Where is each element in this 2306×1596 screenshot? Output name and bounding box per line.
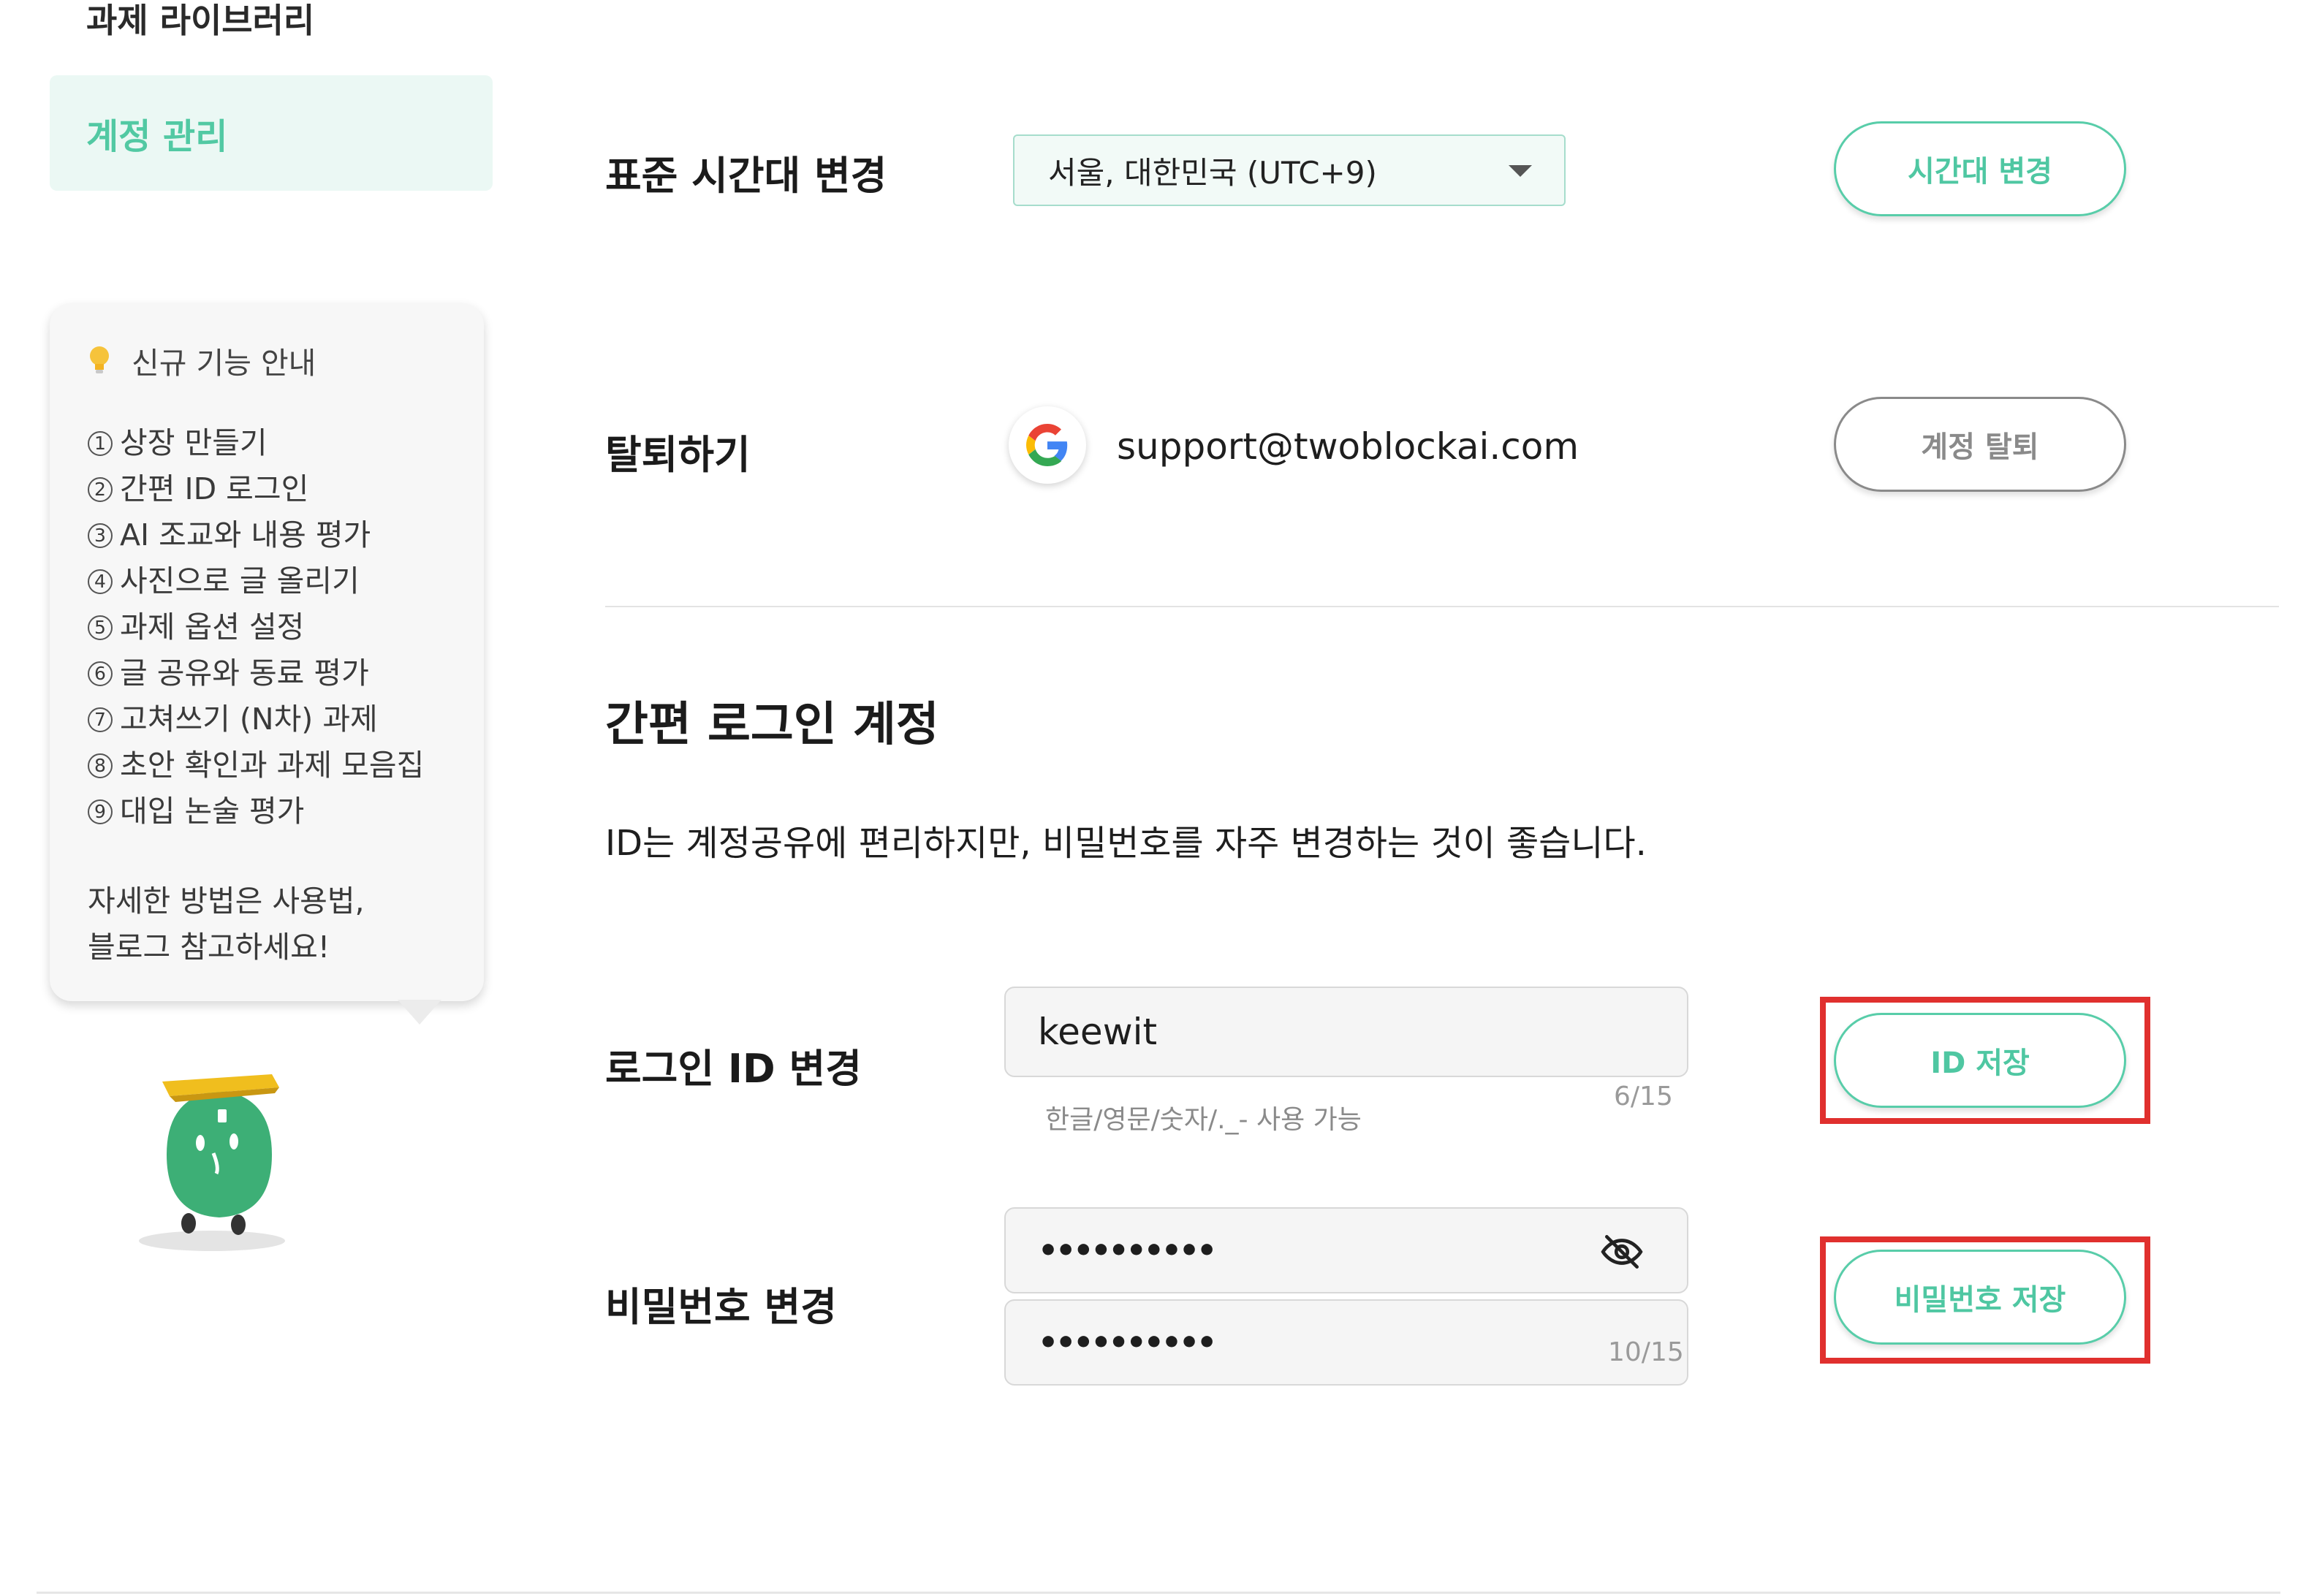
section-title: 간편 로그인 계정	[605, 698, 939, 752]
section-description: ID는 계정공유에 편리하지만, 비밀번호를 자주 변경하는 것이 좋습니다.	[605, 823, 1647, 864]
password-label: 비밀번호 변경	[605, 1284, 837, 1330]
login-id-input[interactable]: keewit	[1004, 987, 1688, 1077]
password-confirm-input[interactable]: ••••••••••	[1004, 1299, 1688, 1386]
password-input[interactable]: ••••••••••	[1004, 1207, 1688, 1293]
sidebar-item-library[interactable]: 과제 라이브러리	[86, 0, 314, 41]
password-confirm-value: ••••••••••	[1038, 1323, 1217, 1361]
login-id-hint: 한글/영문/숫자/._- 사용 가능	[1045, 1105, 1362, 1135]
divider	[605, 606, 2279, 607]
list-item: 7 고쳐쓰기 (N차) 과제	[88, 696, 484, 742]
list-item: 5 과제 옵션 설정	[88, 604, 484, 650]
save-password-button[interactable]: 비밀번호 저장	[1834, 1250, 2126, 1345]
list-item: 3 AI 조교와 내용 평가	[88, 512, 484, 558]
password-value: ••••••••••	[1038, 1231, 1217, 1269]
tip-title-text: 신규 기능 안내	[132, 346, 316, 381]
list-item: 1 상장 만들기	[88, 420, 484, 466]
mascot-icon	[110, 1045, 314, 1264]
new-feature-card: 신규 기능 안내 1 상장 만들기 2 간편 ID 로그인 3 AI 조교와 내용 평…	[50, 303, 484, 1001]
timezone-label: 표준 시간대 변경	[605, 153, 887, 199]
login-id-counter: 6/15	[1614, 1082, 1673, 1112]
list-item: 9 대입 논술 평가	[88, 788, 484, 835]
delete-account-button[interactable]: 계정 탈퇴	[1834, 397, 2126, 492]
eye-off-icon[interactable]	[1599, 1229, 1645, 1274]
timezone-select[interactable]: 서울, 대한민국 (UTC+9)	[1013, 134, 1566, 206]
tip-title: 신규 기능 안내	[88, 338, 484, 382]
list-item: 6글 공유와 동료 평가	[88, 650, 484, 696]
tip-tail	[398, 1000, 441, 1025]
tip-list: 1 상장 만들기 2 간편 ID 로그인 3 AI 조교와 내용 평가 4 사진으로 글…	[88, 420, 484, 835]
password-counter: 10/15	[1608, 1337, 1684, 1367]
save-id-button[interactable]: ID 저장	[1834, 1013, 2126, 1108]
list-item: 4 사진으로 글 올리기	[88, 558, 484, 604]
bottom-divider	[37, 1592, 2280, 1594]
sidebar-item-account[interactable]: 계정 관리	[50, 75, 493, 191]
list-item: 2 간편 ID 로그인	[88, 466, 484, 512]
login-id-value: keewit	[1038, 1011, 1158, 1053]
google-logo-icon	[1009, 406, 1086, 484]
change-timezone-button[interactable]: 시간대 변경	[1834, 121, 2126, 216]
sidebar-item-label: 계정 관리	[86, 116, 228, 157]
list-item: 8 초안 확인과 과제 모음집	[88, 742, 484, 788]
login-id-label: 로그인 ID 변경	[605, 1046, 862, 1092]
timezone-value: 서울, 대한민국 (UTC+9)	[1048, 154, 1377, 191]
withdraw-label: 탈퇴하기	[605, 432, 751, 478]
lightbulb-icon	[88, 338, 117, 382]
account-email: support@twoblockai.com	[1117, 425, 1579, 468]
tip-footer: 자세한 방법은 사용법, 블로그 참고하세요!	[88, 884, 365, 965]
caret-down-icon	[1509, 165, 1532, 177]
